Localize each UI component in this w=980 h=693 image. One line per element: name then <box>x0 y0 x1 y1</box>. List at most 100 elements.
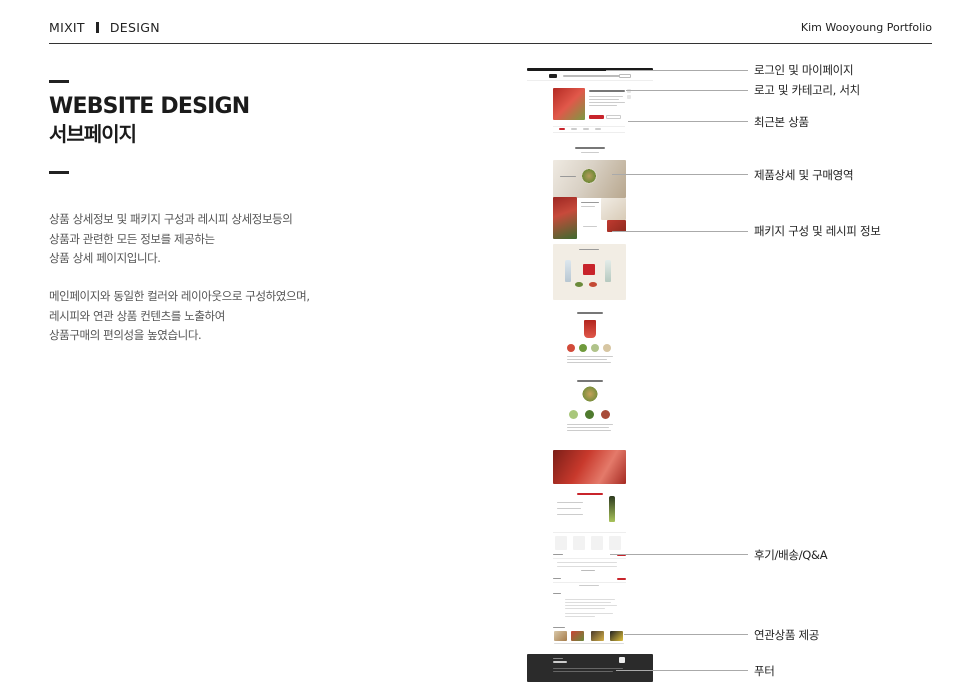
preview-text <box>557 508 581 509</box>
preview-info-block <box>609 536 621 550</box>
preview-product-image <box>553 88 585 120</box>
preview-garnish <box>575 282 583 287</box>
preview-section-title <box>577 493 603 495</box>
preview-text <box>565 602 611 603</box>
preview-text <box>553 578 561 579</box>
preview-buy-button <box>589 115 604 119</box>
description-paragraph-1: 상품 상세정보 및 패키지 구성과 레시피 상세정보등의 상품과 관련한 모든 … <box>49 210 379 269</box>
preview-section-title <box>575 147 605 149</box>
preview-text <box>583 226 597 227</box>
preview-pagination <box>581 570 595 571</box>
header-breadcrumb: MIXIT DESIGN <box>49 20 160 35</box>
preview-qr-code <box>619 657 625 663</box>
preview-text <box>553 554 563 555</box>
header-separator <box>95 22 99 33</box>
annotation-recent: 최근본 상품 <box>754 115 809 129</box>
preview-info-block <box>573 536 585 550</box>
leader-line-recent <box>628 121 748 122</box>
description-line: 상품 상세 페이지입니다. <box>49 251 161 265</box>
preview-section-title <box>577 380 603 382</box>
leader-line-package <box>612 231 748 232</box>
leader-line-detail <box>612 174 748 175</box>
preview-text <box>579 585 599 586</box>
preview-banner <box>553 450 626 484</box>
preview-related-item <box>571 631 584 641</box>
preview-text <box>567 362 611 363</box>
preview-footer-text <box>553 661 567 663</box>
preview-bottle <box>609 496 615 522</box>
leader-line-related <box>624 634 748 635</box>
preview-text <box>589 96 623 97</box>
leader-line-login <box>606 70 748 71</box>
preview-cocktail <box>584 320 596 338</box>
preview-divider <box>553 126 625 127</box>
preview-ingredient <box>579 344 587 352</box>
description-line: 상품과 관련한 모든 정보를 제공하는 <box>49 231 215 246</box>
annotation-related: 연관상품 제공 <box>754 628 820 642</box>
preview-text <box>565 605 617 606</box>
preview-nav <box>563 75 627 77</box>
preview-section-title <box>577 312 603 314</box>
preview-text <box>557 514 583 515</box>
preview-salad-bowl <box>581 168 597 184</box>
preview-pouch <box>583 264 595 275</box>
preview-ingredient <box>569 410 578 419</box>
preview-text <box>557 502 583 503</box>
leader-line-footer <box>616 670 748 671</box>
preview-text <box>557 562 617 563</box>
description-line: 메인페이지와 동일한 컬러와 레이아웃으로 구성하였으며, <box>49 289 310 303</box>
preview-text <box>565 599 615 600</box>
preview-divider <box>527 80 653 81</box>
portfolio-header: MIXIT DESIGN Kim Wooyoung Portfolio <box>49 20 932 44</box>
title-dash-bottom <box>49 171 69 174</box>
preview-cart-button <box>606 115 621 119</box>
annotation-package: 패키지 구성 및 레시피 정보 <box>754 224 881 238</box>
preview-tab <box>571 128 577 130</box>
preview-divider <box>553 582 626 583</box>
preview-bottle <box>605 260 611 282</box>
annotation-login: 로그인 및 마이페이지 <box>754 63 854 77</box>
preview-text <box>565 616 595 617</box>
description-line: 레시피와 연관 상품 컨텐츠를 노출하여 <box>49 308 225 323</box>
preview-text <box>567 424 613 425</box>
preview-text <box>553 627 565 628</box>
preview-footer-text <box>553 658 563 659</box>
preview-ingredient <box>601 410 610 419</box>
page-title: WEBSITE DESIGN <box>49 94 250 119</box>
subpage-preview <box>527 68 653 684</box>
preview-divider <box>553 558 626 559</box>
preview-text <box>567 430 611 431</box>
preview-info-block <box>555 536 567 550</box>
title-dash-top <box>49 80 69 83</box>
preview-text <box>567 427 609 428</box>
preview-salad <box>582 386 598 402</box>
description-paragraph-2: 메인페이지와 동일한 컬러와 레이아웃으로 구성하였으며, 레시피와 연관 상품… <box>49 287 379 346</box>
preview-recipe-image <box>553 197 577 239</box>
section-label: DESIGN <box>109 20 160 35</box>
portfolio-label: Kim Wooyoung Portfolio <box>800 21 932 34</box>
preview-text <box>560 176 576 177</box>
preview-qa-button <box>617 578 626 580</box>
preview-divider <box>553 132 625 133</box>
preview-logo <box>549 74 557 78</box>
preview-garnish <box>589 282 597 287</box>
leader-line-review <box>610 554 748 555</box>
preview-divider <box>553 532 626 533</box>
preview-text <box>579 249 599 250</box>
preview-text <box>557 566 617 567</box>
preview-ingredient <box>591 344 599 352</box>
preview-related-item <box>554 631 567 641</box>
preview-text <box>589 102 625 103</box>
preview-footer-text <box>553 668 623 669</box>
preview-text <box>567 359 607 360</box>
preview-recipe-image <box>601 198 626 220</box>
preview-bottle <box>565 260 571 282</box>
preview-ingredient <box>585 410 594 419</box>
preview-ingredient <box>567 344 575 352</box>
preview-product-name <box>589 90 625 92</box>
preview-tab <box>595 128 601 130</box>
preview-text <box>567 356 613 357</box>
preview-text <box>589 105 617 106</box>
annotation-footer: 푸터 <box>754 664 775 678</box>
preview-text <box>565 613 613 614</box>
